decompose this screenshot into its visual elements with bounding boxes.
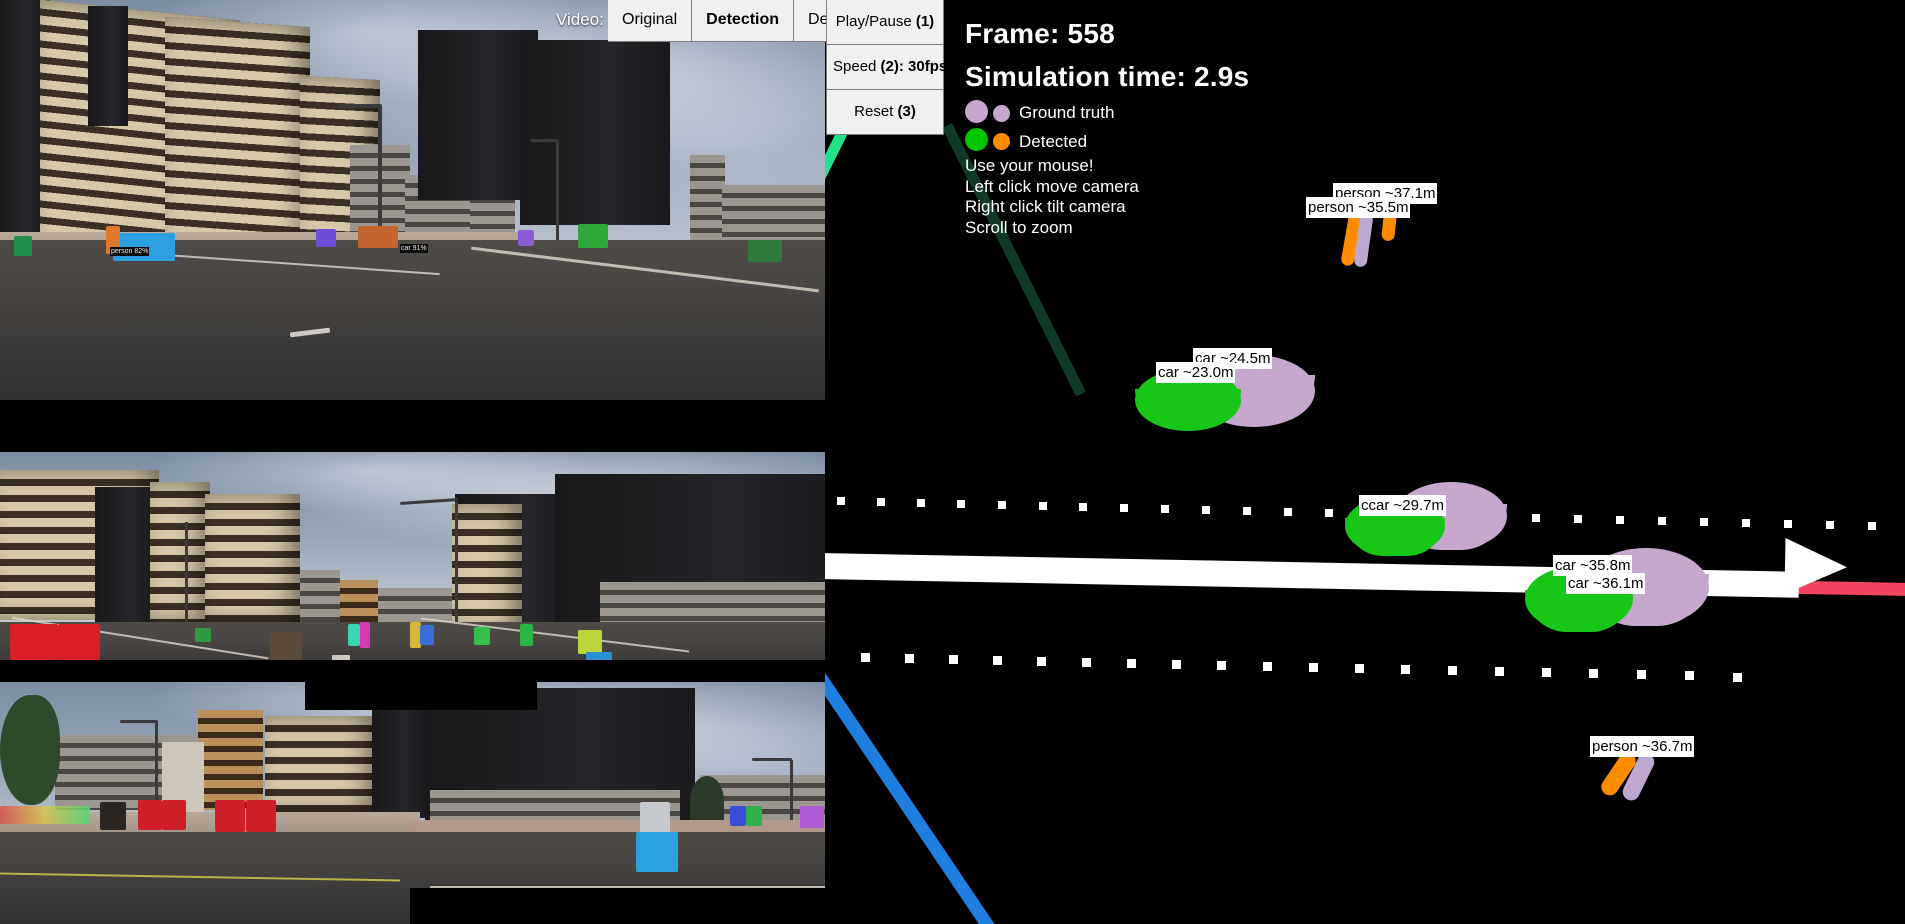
vehicle	[215, 800, 245, 832]
video-panel-top[interactable]: person 82% car 91%	[0, 0, 825, 400]
letterbox	[0, 660, 825, 682]
building	[198, 710, 263, 810]
detection-segment	[748, 240, 782, 262]
detection-segment	[746, 806, 762, 826]
vehicle	[162, 800, 186, 830]
ground-truth-large-dot	[965, 100, 988, 123]
play-pause-label: Play/Pause	[835, 13, 916, 30]
detection-segment	[518, 230, 534, 246]
detection-segment	[360, 622, 370, 648]
lamp-arm	[338, 104, 382, 108]
video-label: Video:	[556, 10, 604, 29]
building	[300, 570, 340, 625]
lamp-post	[185, 522, 188, 632]
vehicle	[100, 802, 126, 830]
detected-vehicle-dot	[965, 128, 988, 151]
detection-segment	[358, 226, 398, 248]
building	[150, 482, 210, 622]
detection-segment	[195, 628, 211, 642]
legend-swatch-ground-truth	[965, 98, 1015, 127]
letterbox	[305, 680, 537, 710]
letterbox	[410, 888, 825, 924]
legend-row-ground-truth: Ground truth	[965, 98, 1249, 127]
detection-label-car-297: ccar ~29.7m	[1359, 495, 1446, 516]
speed-key: (2)	[880, 58, 899, 75]
detection-label: person 82%	[110, 247, 150, 256]
video-panel-mid[interactable]	[0, 452, 825, 684]
hint-mouse: Use your mouse!	[965, 156, 1094, 175]
vehicle	[270, 632, 302, 662]
lamp-post	[378, 105, 382, 245]
building	[88, 6, 128, 126]
detected-person-dot	[993, 133, 1010, 150]
tab-original[interactable]: Original	[608, 0, 693, 42]
detection-label-person-355: person ~35.5m	[1306, 197, 1411, 218]
building	[520, 40, 670, 225]
lamp-post	[790, 760, 793, 822]
frame-counter: Frame: 558	[965, 18, 1115, 49]
vehicle	[138, 800, 162, 830]
building	[452, 504, 522, 634]
legend-row-detected: Detected	[965, 127, 1249, 156]
video-column: person 82% car 91%	[0, 0, 825, 924]
legend-swatch-detected	[965, 127, 1015, 156]
speed-value: : 30fps	[898, 58, 948, 75]
reset-button[interactable]: Reset (3)	[826, 90, 944, 135]
detection-segment	[640, 802, 670, 834]
letterbox	[0, 400, 825, 452]
hint-left-click: Left click move camera	[965, 176, 1139, 196]
vehicle	[246, 800, 276, 832]
detection-segment	[348, 624, 360, 646]
detection-segment	[420, 625, 434, 645]
detection-segment	[316, 229, 336, 247]
detection-segment	[578, 224, 608, 248]
tree	[690, 776, 724, 826]
building	[95, 487, 155, 622]
legend-label-detected: Detected	[1019, 131, 1088, 151]
detection-segment	[730, 806, 746, 826]
speed-button[interactable]: Speed (2): 30fps	[826, 45, 948, 90]
detection-segment	[474, 627, 490, 645]
detection-label-car-361: car ~36.1m	[1566, 573, 1646, 594]
detection-segment	[636, 832, 678, 872]
hint-right-click: Right click tilt camera	[965, 197, 1126, 217]
detection-segment	[800, 806, 824, 828]
detection-label-car-230: car ~23.0m	[1156, 362, 1236, 383]
reset-label: Reset	[854, 103, 898, 120]
detection-segment	[14, 236, 32, 256]
lamp-post	[556, 140, 559, 245]
detection-label: car 91%	[400, 244, 428, 253]
building	[205, 494, 300, 624]
tab-detection[interactable]: Detection	[692, 0, 795, 42]
reset-key: (3)	[897, 103, 916, 120]
lamp-arm	[752, 758, 792, 761]
hud-overlay: Frame: 558 Simulation time: 2.9s Ground …	[965, 12, 1249, 238]
legend-label-ground-truth: Ground truth	[1019, 102, 1115, 122]
speed-label: Speed	[833, 58, 881, 75]
simulation-time: Simulation time: 2.9s	[965, 61, 1250, 92]
detection-segment	[520, 624, 533, 646]
play-pause-key: (1)	[915, 13, 935, 30]
detection-label-person-367: person ~36.7m	[1590, 736, 1695, 757]
application-window: person 82% car 91% Video: Original Detec…	[0, 0, 1905, 924]
ground-truth-small-dot	[993, 105, 1010, 122]
detection-segment	[578, 630, 602, 654]
lamp-arm	[120, 720, 158, 723]
lamp-post	[455, 502, 458, 632]
control-button-stack: Play/Pause (1) Speed (2): 30fps Reset (3…	[826, 0, 948, 135]
axis-green-dark	[942, 123, 1086, 397]
vehicle	[10, 624, 58, 660]
play-pause-button[interactable]: Play/Pause (1)	[826, 0, 944, 45]
building	[265, 716, 375, 814]
tree	[0, 695, 60, 805]
3d-viewport[interactable]: person ~37.1m person ~35.5m car ~24.5m c…	[825, 0, 1905, 924]
detection-segment	[0, 806, 90, 824]
road	[0, 240, 825, 400]
video-panel-bottom[interactable]	[0, 680, 825, 924]
building	[340, 580, 378, 628]
axis-blue	[825, 662, 1082, 924]
vehicle	[58, 624, 100, 660]
lamp-arm	[530, 139, 558, 142]
